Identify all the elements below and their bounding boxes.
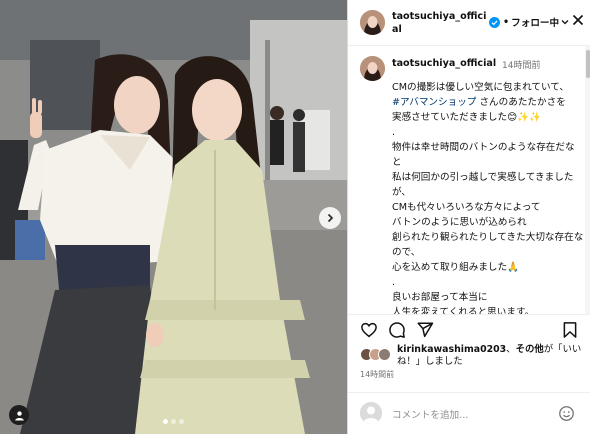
caption-line: . [392,277,396,288]
liked-by-row: kirinkawashima0203、その他が「いいね！」しました [360,344,586,368]
carousel-indicator [163,419,184,424]
following-label: フォロー中 [511,18,560,29]
next-arrow-icon [327,213,334,223]
emoji-icon[interactable] [558,405,575,422]
comment-input[interactable]: コメントを追加... [392,407,468,421]
caption-area[interactable]: taotsuchiya_official 14時間前 CMの撮影は優しい空気に包… [348,46,590,314]
comment-icon[interactable] [388,321,406,339]
caption-avatar[interactable] [360,56,385,81]
chevron-down-icon [561,20,569,25]
caption-line: 私は何回かの引っ越しで実感してきましたが、 [392,172,574,198]
tag-user-icon [14,410,24,420]
caption-scrollbar[interactable] [585,46,590,314]
tagged-users-button[interactable] [9,405,29,425]
liked-by-user[interactable]: kirinkawashima0203 [397,344,506,355]
carousel-dot [171,419,176,424]
caption-line: 心を込めて取り組みました🙏 [392,262,520,273]
avatar[interactable] [360,10,385,35]
close-icon[interactable] [571,13,585,27]
caption-line: . [392,127,396,138]
liked-by-separator: 、 [506,344,516,355]
photo-scene [0,0,347,434]
caption-username[interactable]: taotsuchiya_official [392,58,496,69]
post-photo[interactable] [0,0,347,434]
liked-by-text: kirinkawashima0203、その他が「いいね！」しました [397,344,587,368]
caption-line: #アバマンショップ さんのあたたかさを [392,97,566,108]
caption-line: 創られたり観られたりしてきた大切な存在なので、 [392,232,584,258]
carousel-dot [179,419,184,424]
caption-timestamp: 14時間前 [502,61,541,71]
caption-line: バトンのように思いが込められ [392,217,527,228]
caption-line: 良いお部屋って本当に [392,292,488,303]
liked-by-avatars[interactable] [360,348,394,361]
caption-line: CMの撮影は優しい空気に包まれていて、 [392,82,570,93]
caption-line: 物件は幸せ時間のバトンのような存在だなと [392,142,575,168]
share-icon[interactable] [416,321,434,339]
next-photo-button[interactable] [319,207,341,229]
header-username[interactable]: taotsuchiya_official [392,10,487,36]
comment-box: コメントを追加... [348,392,590,434]
verified-badge-icon [489,17,500,28]
heart-icon[interactable] [360,321,378,339]
carousel-dot [163,419,168,424]
liked-by-others-link[interactable]: その他 [516,344,544,355]
current-user-avatar [360,402,382,424]
action-bar [348,314,590,344]
post-header: taotsuchiya_official • フォロー中 [348,0,590,46]
caption-text: CMの撮影は優しい空気に包まれていて、 #アバマンショップ さんのあたたかさを … [392,80,584,314]
caption-line: 実感させていただきました😊✨✨ [392,112,542,123]
hashtag-link[interactable]: #アバマンショップ [392,97,476,108]
post-timestamp[interactable]: 14時間前 [360,369,394,380]
caption-line: 人生を変えてくれると思います。 [392,307,535,314]
following-button[interactable]: • フォロー中 [503,15,569,29]
avatar [378,348,391,361]
caption-line: CMも代々いろいろな方々によって [392,202,541,213]
post-detail-panel: taotsuchiya_official • フォロー中 taotsuchiya… [347,0,590,434]
bookmark-icon[interactable] [561,321,579,339]
